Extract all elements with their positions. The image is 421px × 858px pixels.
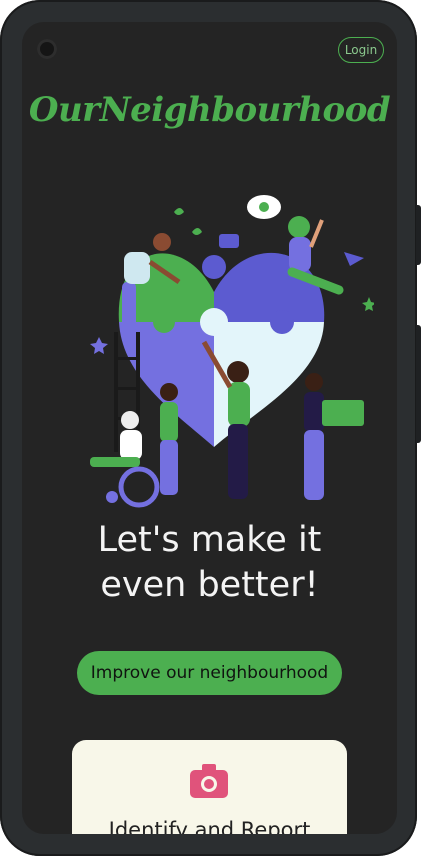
card-title: Identify and Report <box>108 818 311 834</box>
identify-report-card[interactable]: Identify and Report <box>72 740 347 834</box>
app-screen: Login OurNeighbourhood Let's make it eve… <box>22 22 397 834</box>
community-heart-illustration <box>90 195 374 508</box>
power-button <box>416 325 421 443</box>
volume-button <box>416 205 421 265</box>
camera-icon <box>190 764 228 798</box>
login-button[interactable]: Login <box>338 37 384 63</box>
hero-headline-line1: Let's make it <box>97 520 322 560</box>
improve-neighbourhood-button[interactable]: Improve our neighbourhood <box>77 651 342 695</box>
hero-headline: Let's make it even better! <box>42 518 377 608</box>
phone-frame: Login OurNeighbourhood Let's make it eve… <box>0 0 421 856</box>
front-camera <box>37 39 57 59</box>
hero-headline-line2: even better! <box>100 565 319 605</box>
app-logo-title: OurNeighbourhood <box>28 90 391 130</box>
